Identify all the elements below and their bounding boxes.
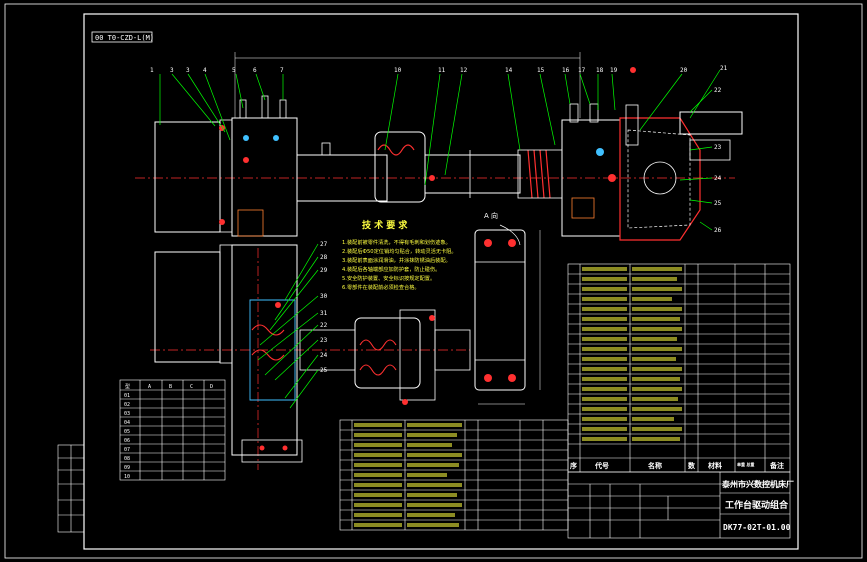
svg-text:31: 31: [320, 310, 328, 317]
svg-text:25: 25: [320, 367, 328, 374]
tech-req-line: 2.装配后Ф50定位销均匀贴合，转动灵活无卡阻。: [342, 247, 457, 255]
svg-text:21: 21: [720, 65, 728, 72]
svg-text:7: 7: [280, 67, 284, 74]
svg-text:19: 19: [610, 67, 618, 74]
tech-req-line: 5.安全防护装置、安全标识按规定配置。: [342, 274, 435, 282]
svg-text:B: B: [169, 384, 172, 390]
svg-text:5: 5: [232, 67, 236, 74]
svg-text:23: 23: [714, 144, 722, 151]
dimension-table-text: 型 A B C D 01 02 03 04 05 06 07 08 09 10: [124, 383, 213, 480]
tech-req-line: 6.零部件在装配前必须检查合格。: [342, 283, 420, 291]
svg-text:代号: 代号: [594, 461, 609, 470]
svg-text:17: 17: [578, 67, 586, 74]
svg-text:22: 22: [320, 322, 328, 329]
svg-text:1: 1: [150, 67, 154, 74]
svg-text:02: 02: [124, 402, 130, 408]
svg-text:29: 29: [320, 267, 328, 274]
svg-text:28: 28: [320, 254, 328, 261]
tech-req-line: 4.装配后各轴端部应加防护套，防止碰伤。: [342, 265, 440, 273]
svg-text:24: 24: [320, 352, 328, 359]
drawing-number: DK77-02T-01.00: [723, 523, 791, 532]
svg-text:05: 05: [124, 429, 130, 435]
view-label: A 向: [484, 211, 498, 220]
nut-block: [374, 131, 426, 203]
svg-text:序: 序: [569, 461, 577, 470]
svg-text:11: 11: [438, 67, 446, 74]
leader-lines-side: [257, 243, 319, 409]
motor-block: [154, 121, 221, 233]
balloon-numbers-side: 27 28 29 30 31 22 23 24 25: [320, 241, 328, 374]
svg-text:单重 总重: 单重 总重: [737, 461, 754, 467]
leader-lines-top: [159, 69, 721, 231]
gear-wheel: [619, 117, 701, 241]
svg-text:10: 10: [394, 67, 402, 74]
svg-text:名称: 名称: [648, 461, 662, 470]
a-view: A 向: [474, 211, 541, 405]
tech-req-title: 技 术 要 求: [362, 219, 408, 231]
tech-req-line: 1.装配前被零件清洗，不得有毛刺和划伤迹象。: [342, 238, 451, 246]
svg-text:30: 30: [320, 293, 328, 300]
svg-text:25: 25: [714, 200, 722, 207]
svg-text:23: 23: [320, 337, 328, 344]
svg-text:备注: 备注: [769, 461, 784, 470]
svg-text:26: 26: [714, 227, 722, 234]
svg-text:16: 16: [562, 67, 570, 74]
svg-text:22: 22: [714, 87, 722, 94]
svg-text:18: 18: [596, 67, 604, 74]
svg-text:12: 12: [460, 67, 468, 74]
svg-text:27: 27: [320, 241, 328, 248]
tech-req-line: 3.装配前表面涂润滑油，并涂抹防锈油后装配。: [342, 256, 451, 264]
svg-text:24: 24: [714, 175, 722, 182]
technical-requirements: 技 术 要 求 1.装配前被零件清洗，不得有毛刺和划伤迹象。 2.装配后Ф50定…: [342, 219, 457, 291]
bom-lower-fills: [354, 423, 462, 527]
dimension-table: [119, 379, 226, 481]
svg-text:型: 型: [125, 383, 130, 390]
svg-text:14: 14: [505, 67, 513, 74]
svg-text:数: 数: [688, 461, 696, 470]
bearing-bracket: [231, 117, 298, 237]
svg-text:4: 4: [203, 67, 207, 74]
main-view: [135, 52, 743, 241]
svg-text:09: 09: [124, 465, 130, 471]
company-name: 泰州市兴数控机床厂: [721, 479, 794, 489]
svg-text:03: 03: [124, 411, 130, 417]
svg-text:06: 06: [124, 438, 130, 444]
drive-motor: [679, 111, 743, 135]
svg-text:07: 07: [124, 447, 130, 453]
drawing-title: 工作台驱动组合: [725, 499, 789, 511]
svg-text:3: 3: [170, 67, 174, 74]
cad-drawing: 00 T0-CZD-L(M) 1 3 3 4 5 6 7 10 11 12 14…: [4, 3, 863, 559]
svg-text:20: 20: [680, 67, 688, 74]
left-margin-block: [57, 444, 85, 533]
svg-text:D: D: [210, 384, 213, 390]
svg-text:04: 04: [124, 420, 130, 426]
ball-screw: [424, 154, 521, 194]
bom-headers: 序 代号 名称 数 材料 单重 总重 备注: [569, 461, 784, 470]
svg-text:15: 15: [537, 67, 545, 74]
svg-text:08: 08: [124, 456, 130, 462]
svg-text:6: 6: [253, 67, 257, 74]
svg-text:C: C: [190, 384, 193, 390]
svg-text:01: 01: [124, 393, 130, 399]
balloon-numbers-top: 1 3 3 4 5 6 7 10 11 12 14 15 16 17 18 19 20 21 22 23 2…: [150, 65, 728, 234]
svg-text:10: 10: [124, 474, 130, 480]
svg-text:3: 3: [186, 67, 190, 74]
svg-text:材料: 材料: [707, 461, 722, 470]
drawing-number-flag: 00 T0-CZD-L(M): [95, 34, 154, 42]
spring: [527, 149, 551, 199]
svg-text:A: A: [148, 384, 151, 390]
